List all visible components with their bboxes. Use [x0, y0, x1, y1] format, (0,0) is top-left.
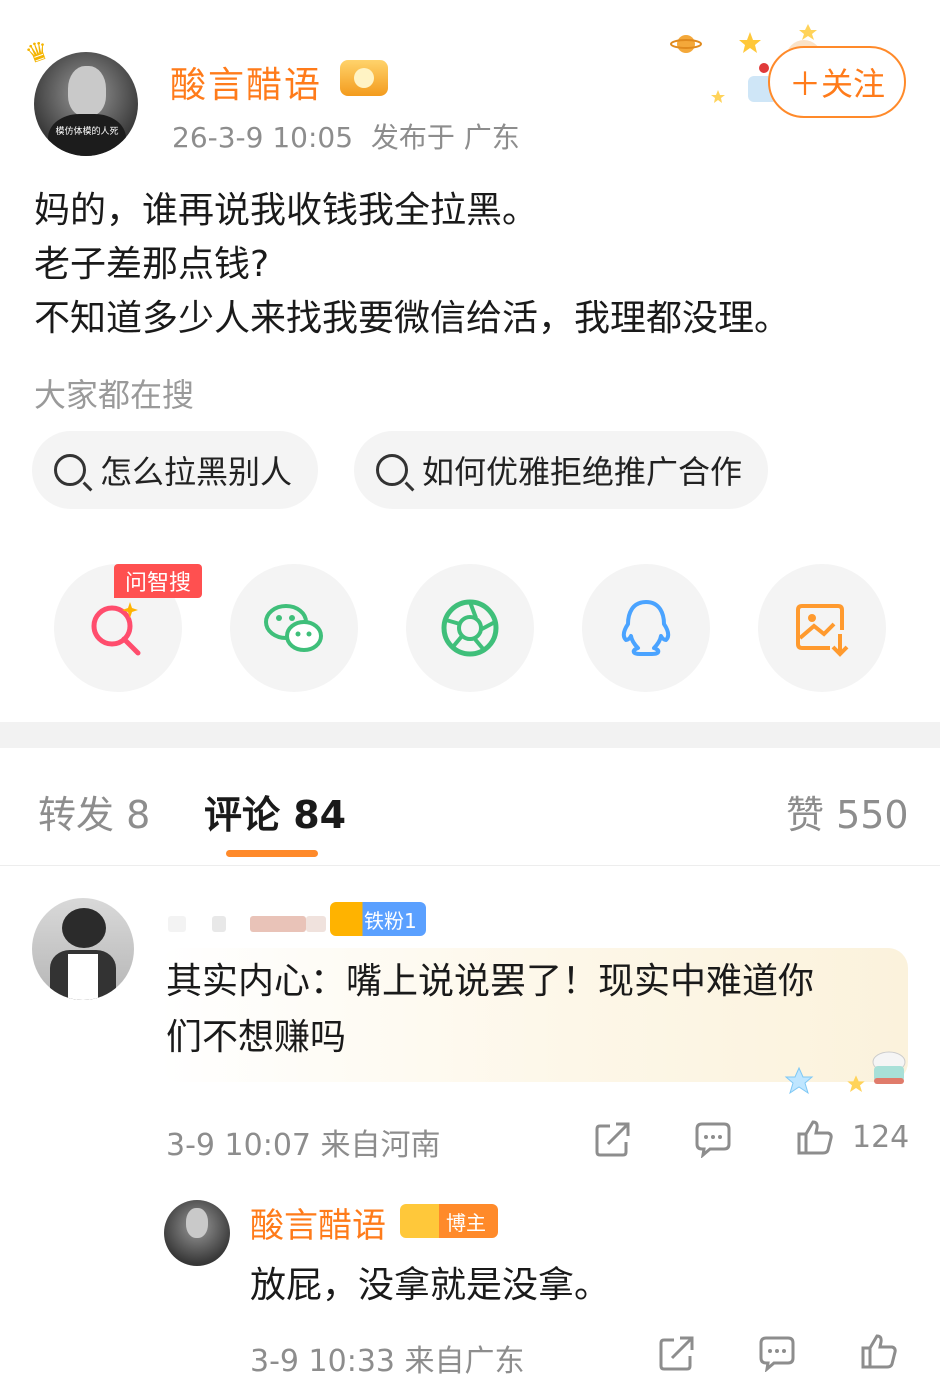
tab-divider [0, 865, 940, 866]
comment-icon[interactable] [694, 1120, 732, 1158]
wenzhisou-search-icon [91, 602, 141, 656]
like-icon[interactable] [860, 1332, 898, 1370]
tab-likes[interactable]: 赞 550 [786, 784, 909, 839]
host-badge: 博主 [400, 1204, 498, 1238]
reply-author-name[interactable]: 酸言醋语 [250, 1198, 386, 1247]
post-timestamp: 26-3-9 10:05 [172, 121, 354, 154]
section-divider [0, 722, 940, 748]
comment-time: 3-9 10:07 [166, 1128, 311, 1163]
reply-text: 放屁，没拿就是没拿。 [250, 1265, 611, 1306]
search-chip[interactable]: 怎么拉黑别人 [32, 431, 319, 509]
commenter-avatar[interactable] [32, 898, 134, 1000]
star-decoration-icon [847, 1075, 865, 1092]
author-name[interactable]: 酸言醋语 [170, 56, 322, 108]
post-body: 妈的，谁再说我收钱我全拉黑。 老子差那点钱? 不知道多少人来找我要微信给活，我理… [34, 184, 914, 346]
comment-text-line: 其实内心：嘴上说说罢了！现实中难道你 [166, 961, 815, 1002]
star-decoration-icon [784, 1066, 814, 1095]
reply-time: 3-9 10:33 [250, 1344, 395, 1379]
wenzhisou-tag: 问智搜 [114, 564, 202, 598]
trending-search-title: 大家都在搜 [34, 376, 195, 414]
author-avatar[interactable]: 模仿体模的人死 [34, 52, 138, 156]
active-tab-indicator [226, 850, 318, 857]
post-text-line: 老子差那点钱? [34, 244, 270, 285]
wechat-icon [264, 604, 323, 652]
share-icon[interactable] [658, 1334, 696, 1372]
post-text-line: 不知道多少人来找我要微信给活，我理都没理。 [34, 298, 791, 339]
like-count: 124 [852, 1120, 910, 1155]
save-image-button[interactable] [758, 564, 886, 692]
post-text-line: 妈的，谁再说我收钱我全拉黑。 [34, 190, 539, 231]
search-chip[interactable]: 如何优雅拒绝推广合作 [354, 431, 769, 509]
qq-icon [621, 600, 671, 656]
tab-repost[interactable]: 转发 8 [38, 784, 150, 839]
follow-button[interactable]: ＋关注 [768, 46, 906, 118]
post-meta: 26-3-9 10:05 发布于 广东 [172, 116, 520, 156]
comment-location: 来自河南 [320, 1128, 441, 1163]
share-qq-button[interactable] [582, 564, 710, 692]
cake-decoration-icon [872, 1051, 906, 1084]
tab-comments[interactable]: 评论 84 [204, 784, 346, 839]
comment-text-line: 们不想赚吗 [166, 1017, 347, 1058]
search-chip-label: 如何优雅拒绝推广合作 [422, 453, 743, 491]
moments-icon [441, 599, 499, 657]
like-icon[interactable] [796, 1118, 834, 1156]
commenter-name-redacted [168, 912, 328, 934]
share-wechat-button[interactable] [230, 564, 358, 692]
reply-location: 来自广东 [404, 1344, 525, 1379]
reply-author-avatar[interactable] [164, 1200, 230, 1266]
search-icon [376, 454, 408, 486]
save-image-icon [796, 604, 849, 657]
fan-level-badge: 铁粉1 [330, 902, 426, 936]
share-icon[interactable] [594, 1120, 632, 1158]
search-icon [54, 454, 86, 486]
search-chip-label: 怎么拉黑别人 [100, 453, 293, 491]
share-moments-button[interactable] [406, 564, 534, 692]
comment-text: 其实内心：嘴上说说罢了！现实中难道你 们不想赚吗 [166, 954, 906, 1066]
avatar-caption: 模仿体模的人死 [55, 127, 119, 137]
reply-meta: 3-9 10:33 来自广东 [250, 1336, 525, 1380]
comment-meta: 3-9 10:07 来自河南 [166, 1120, 441, 1164]
member-badge-icon[interactable] [340, 60, 388, 96]
comment-icon[interactable] [758, 1334, 796, 1372]
post-location: 发布于 广东 [370, 121, 520, 154]
